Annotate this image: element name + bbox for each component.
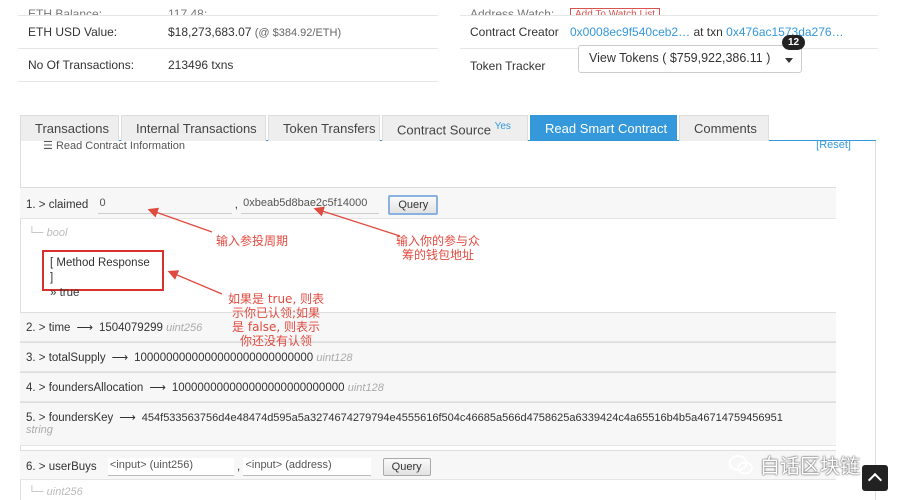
time-label: 2. > time [26,322,71,334]
method-response-title: [ Method Response ] [50,257,150,284]
claimed-query-button[interactable]: Query [388,195,439,215]
tab-comments[interactable]: Comments [679,115,769,141]
annotation-result: 如果是 true, 则表 示你已认领;如果 是 false, 则表示 你还没有认… [228,292,325,348]
query-founderskey: 5. > foundersKey ⟶ 454f533563756d4e48474d5… [20,402,836,446]
scroll-to-top-button[interactable] [862,465,888,491]
eth-usd-row: ETH USD Value: $18,273,683.07 (@ $384.92… [18,16,438,49]
tab-contract-source[interactable]: Contract Source Yes [382,115,528,141]
tab-internal-transactions[interactable]: Internal Transactions [121,115,266,141]
userbuys-period-input[interactable]: <input> (uint256) [107,458,234,476]
long-right-arrow-icon: ⟶ [111,352,129,364]
annotation-period: 输入参投周期 [216,234,289,248]
panel-header: ☰ Read Contract Information [43,139,185,152]
list-icon: ☰ [43,140,53,152]
at-txn-text: at txn [693,25,723,39]
tx-count-row: No Of Transactions: 213496 txns [18,49,438,82]
watermark-text: 白话区块链 [760,454,860,478]
founderskey-value: 454f533563756d4e48474d595a5a327467427979… [141,412,783,424]
query-userbuys: 6. > userBuys <input> (uint256) , <input… [20,450,836,480]
userbuys-address-input[interactable]: <input> (address) [243,458,372,476]
token-tracker-label: Token Tracker [470,59,546,73]
eth-balance-row: ETH Balance: 117,48:… [18,0,438,16]
userbuys-separator: , [237,461,241,474]
token-tracker-row: Token Tracker View Tokens ( $759,922,386… [460,35,878,95]
wechat-icon [728,454,753,474]
claimed-separator: , [234,199,238,212]
method-response-result: » true [50,287,80,299]
claimed-period-input[interactable]: 0 [97,196,232,214]
eth-price-note: (@ $384.92/ETH) [254,27,342,39]
address-watch-label: Address Watch: [470,7,555,16]
time-type: uint256 [166,322,203,334]
overview-section: ETH Balance: 117,48:… ETH USD Value: $18… [18,0,438,82]
claimed-address-input[interactable]: 0xbeab5d8bae2c5f14000 [241,196,380,214]
tab-token-transfers[interactable]: Token Transfers [268,115,380,141]
userbuys-label: 6. > userBuys [26,461,97,474]
time-value: 1504079299 [98,322,163,334]
query-totalsupply: 3. > totalSupply ⟶ 10000000000000000000000… [20,342,836,372]
reset-link[interactable]: [Reset] [816,139,851,151]
creator-address-link[interactable]: 0x0008ec9f540ceb2… [570,25,690,39]
totalsupply-label: 3. > totalSupply [26,352,106,364]
verified-yes-sup: Yes [494,121,511,132]
long-right-arrow-icon: ⟶ [76,322,93,334]
add-to-watch-list-button[interactable]: Add To Watch List [570,8,661,15]
usd-amount: $18,273,683.07 [168,25,252,39]
method-response-box: [ Method Response ] » true [42,250,164,299]
query-foundersallocation: 4. > foundersAllocation ⟶ 1000000000000000… [20,372,836,402]
founderskey-label: 5. > foundersKey [26,412,114,424]
contract-tabs: Transactions Internal Transactions Token… [20,115,876,141]
eth-balance-label: ETH Balance: [28,7,103,16]
founderskey-type: string [26,424,53,436]
long-right-arrow-icon: ⟶ [149,382,166,394]
panel-header-text: Read Contract Information [55,140,185,152]
founderskey-line: 5. > foundersKey ⟶ 454f533563756d4e48474d5… [26,410,830,424]
foundersallocation-label: 4. > foundersAllocation [26,382,144,394]
foundersallocation-value: 100000000000000000000000000 [171,382,345,394]
tx-count-value: 213496 txns [168,58,234,72]
totalsupply-type: uint128 [316,352,353,364]
userbuys-query-button[interactable]: Query [382,458,431,476]
contract-section: Address Watch: Add To Watch List Contrac… [460,0,878,95]
address-watch-row: Address Watch: Add To Watch List [460,0,878,16]
tab-read-smart-contract[interactable]: Read Smart Contract [530,115,677,141]
eth-balance-value: 117,48:… [168,7,220,16]
totalsupply-value: 1000000000000000000000000000 [134,352,314,364]
view-tokens-dropdown[interactable]: View Tokens ( $759,922,386.11 ) [578,45,802,73]
view-tokens-value: View Tokens ( $759,922,386.11 ) [589,51,771,65]
annotation-wallet: 输入你的参与众 筹的钱包地址 [396,234,481,262]
claimed-label: 1. > claimed [26,199,89,212]
eth-usd-value: $18,273,683.07 (@ $384.92/ETH) [168,25,341,39]
query-claimed: 1. > claimed 0 , 0xbeab5d8bae2c5f14000 Q… [20,187,836,219]
userbuys-return-type: └─ uint256 [28,486,83,498]
watermark: 白话区块链 [728,450,860,479]
caret-down-icon [785,58,793,63]
eth-usd-label: ETH USD Value: [28,25,118,39]
claimed-return-type: └─ bool [28,227,68,239]
tab-transactions[interactable]: Transactions [20,115,119,141]
token-count-badge: 12 [782,35,806,50]
contract-creator-label: Contract Creator [470,25,559,39]
tx-count-label: No Of Transactions: [28,58,135,72]
foundersallocation-type: uint128 [347,382,384,394]
tab-contract-source-label: Contract Source [397,122,491,138]
query-time: 2. > time ⟶ 1504079299 uint256 [20,312,836,342]
long-right-arrow-icon: ⟶ [119,412,136,424]
